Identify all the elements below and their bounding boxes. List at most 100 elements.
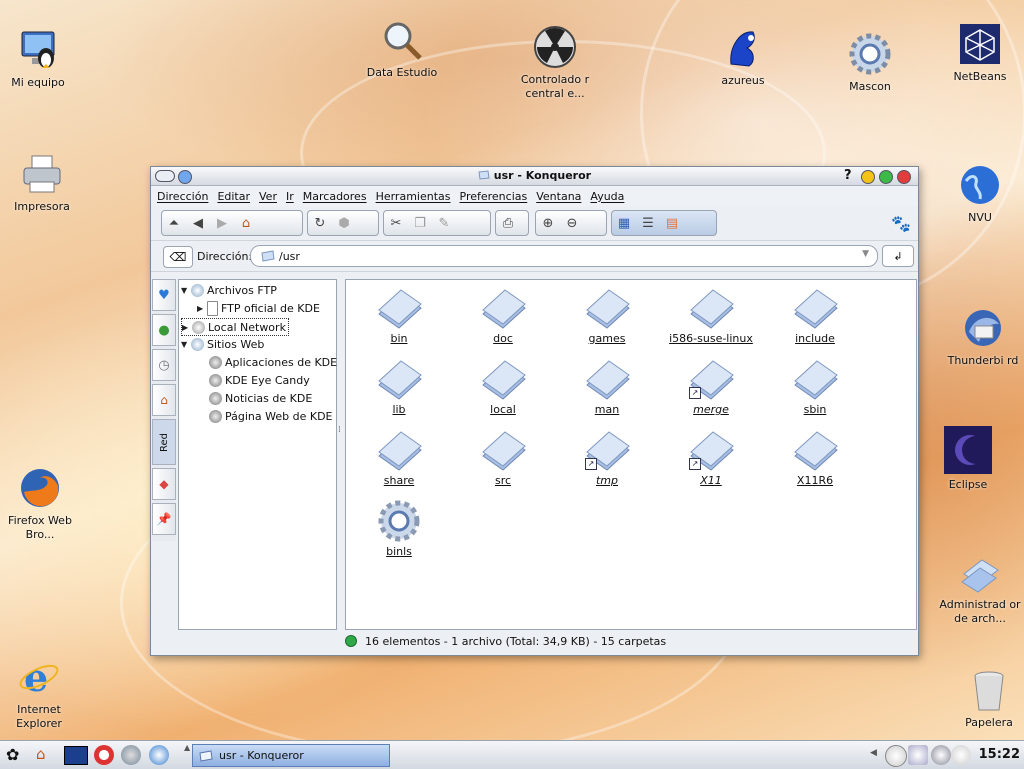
- menu-ayuda[interactable]: Ayuda: [590, 190, 624, 203]
- home-icon[interactable]: ⌂: [36, 745, 46, 763]
- updater-icon[interactable]: [908, 745, 928, 765]
- menu-direccion[interactable]: Dirección: [157, 190, 208, 203]
- clear-location-icon[interactable]: ⌫: [163, 246, 193, 268]
- desktop-icon-azureus[interactable]: azureus: [700, 26, 786, 88]
- expand-arrow-icon[interactable]: ▼: [181, 340, 191, 349]
- folder-icon: [375, 428, 423, 472]
- folder-icon: [261, 250, 275, 262]
- services-tab[interactable]: 📌: [152, 503, 176, 535]
- maximize-button[interactable]: [879, 170, 893, 184]
- menu-ver[interactable]: Ver: [259, 190, 277, 203]
- lifebuoy-icon[interactable]: [94, 745, 114, 765]
- close-button[interactable]: [897, 170, 911, 184]
- desktop-icon-nvu[interactable]: NVU: [937, 163, 1023, 225]
- file-item[interactable]: include: [770, 286, 860, 345]
- globe-icon[interactable]: [149, 745, 169, 765]
- taskbar-task-konqueror[interactable]: usr - Konqueror: [192, 744, 390, 767]
- file-item[interactable]: i586-suse-linux: [666, 286, 756, 345]
- detail-view-icon[interactable]: ☰: [636, 212, 660, 234]
- devices-tab[interactable]: ●: [152, 314, 176, 346]
- collapse-arrow-icon[interactable]: ▶: [182, 323, 192, 332]
- paste-icon[interactable]: ✎: [432, 212, 456, 234]
- menu-preferencias[interactable]: Preferencias: [460, 190, 528, 203]
- menu-ventana[interactable]: Ventana: [536, 190, 581, 203]
- collapse-arrow-icon[interactable]: ▶: [197, 304, 207, 313]
- info-icon[interactable]: [885, 745, 907, 767]
- address-input[interactable]: /usr ▼: [250, 245, 878, 267]
- tree-item-noticias-kde[interactable]: Noticias de KDE: [209, 390, 312, 406]
- desktop-icon-data-estudio[interactable]: Data Estudio: [359, 18, 445, 80]
- history-tab[interactable]: ◷: [152, 349, 176, 381]
- desktop-icon-administrador[interactable]: Administrad or de arch...: [937, 550, 1023, 626]
- desktop-icon-firefox[interactable]: Firefox Web Bro...: [0, 466, 83, 542]
- gear-icon[interactable]: [121, 745, 141, 765]
- tree-item-ftp-kde[interactable]: ▶ FTP oficial de KDE: [197, 300, 320, 316]
- minimize-button[interactable]: [861, 170, 875, 184]
- tree-item-aplicaciones-kde[interactable]: Aplicaciones de KDE: [209, 354, 337, 370]
- file-item[interactable]: ↗ tmp: [562, 428, 652, 487]
- zoom-out-icon[interactable]: ⊖: [560, 212, 584, 234]
- menu-marcadores[interactable]: Marcadores: [303, 190, 367, 203]
- desktop-icon-impresora[interactable]: Impresora: [0, 152, 85, 214]
- file-item[interactable]: src: [458, 428, 548, 487]
- desktop-icon-mi-equipo[interactable]: Mi equipo: [0, 28, 81, 90]
- file-item[interactable]: share: [354, 428, 444, 487]
- media-tab[interactable]: ◆: [152, 468, 176, 500]
- file-item[interactable]: local: [458, 357, 548, 416]
- file-item[interactable]: X11R6: [770, 428, 860, 487]
- volume-icon[interactable]: [931, 745, 951, 765]
- tree-item-sitios-web[interactable]: ▼ Sitios Web: [181, 336, 264, 352]
- network-icon[interactable]: [951, 745, 971, 765]
- file-item[interactable]: man: [562, 357, 652, 416]
- location-bar: ⌫ Dirección: /usr ▼ ↲: [151, 241, 918, 272]
- menu-herramientas[interactable]: Herramientas: [376, 190, 451, 203]
- help-button[interactable]: ?: [844, 168, 852, 183]
- desktop-icon-controlador[interactable]: Controlado r central e...: [512, 25, 598, 101]
- home-tab[interactable]: ⌂: [152, 384, 176, 416]
- scroll-up-icon[interactable]: ▲: [184, 743, 190, 752]
- back-icon[interactable]: ◀: [186, 212, 210, 234]
- file-item[interactable]: ↗ merge: [666, 357, 756, 416]
- menu-editar[interactable]: Editar: [217, 190, 250, 203]
- stop-icon[interactable]: ⬢: [332, 212, 356, 234]
- tree-item-kde-eye-candy[interactable]: KDE Eye Candy: [209, 372, 310, 388]
- terminal-icon[interactable]: [64, 746, 88, 765]
- file-item[interactable]: games: [562, 286, 652, 345]
- file-item[interactable]: bin: [354, 286, 444, 345]
- tree-item-archivos-ftp[interactable]: ▼ Archivos FTP: [181, 282, 277, 298]
- file-item[interactable]: lib: [354, 357, 444, 416]
- forward-icon[interactable]: ▶: [210, 212, 234, 234]
- up-icon[interactable]: ⏶: [162, 212, 186, 234]
- desktop-icon-mascon[interactable]: Mascon: [827, 32, 913, 94]
- zoom-in-icon[interactable]: ⊕: [536, 212, 560, 234]
- desktop-icon-internet-explorer[interactable]: e Internet Explorer: [0, 655, 82, 731]
- multicolumn-view-icon[interactable]: ▤: [660, 212, 684, 234]
- kde-menu-icon[interactable]: ✿: [6, 745, 19, 764]
- cut-icon[interactable]: ✂: [384, 212, 408, 234]
- desktop-icon-netbeans[interactable]: NetBeans: [937, 22, 1023, 84]
- icon-view-icon[interactable]: ▦: [612, 212, 636, 234]
- chevron-down-icon[interactable]: ▼: [862, 249, 869, 259]
- file-item[interactable]: binls: [354, 499, 444, 558]
- bookmarks-tab[interactable]: ♥: [152, 279, 176, 311]
- folder-link-icon: ↗: [687, 428, 735, 472]
- desktop-icon-thunderbird[interactable]: Thunderbi rd: [940, 306, 1024, 368]
- tree-item-pagina-web-kde[interactable]: Página Web de KDE: [209, 408, 333, 424]
- file-item[interactable]: sbin: [770, 357, 860, 416]
- desktop-icon-eclipse[interactable]: Eclipse: [925, 426, 1011, 492]
- file-item[interactable]: ↗ X11: [666, 428, 756, 487]
- tray-arrow-icon[interactable]: ◀: [870, 748, 877, 758]
- print-icon[interactable]: ⎙: [496, 212, 520, 234]
- expand-arrow-icon[interactable]: ▼: [181, 286, 191, 295]
- window-titlebar[interactable]: usr - Konqueror ?: [151, 167, 918, 186]
- menu-ir[interactable]: Ir: [286, 190, 294, 203]
- splitter-handle[interactable]: ⁞: [338, 425, 341, 435]
- file-item[interactable]: doc: [458, 286, 548, 345]
- network-tab[interactable]: Red: [152, 419, 176, 465]
- home-icon[interactable]: ⌂: [234, 212, 258, 234]
- tree-item-local-network[interactable]: ▶ Local Network: [181, 318, 289, 336]
- reload-icon[interactable]: ↻: [308, 212, 332, 234]
- desktop-icon-papelera[interactable]: Papelera: [946, 668, 1024, 730]
- copy-icon[interactable]: ❐: [408, 212, 432, 234]
- go-button[interactable]: ↲: [882, 245, 914, 267]
